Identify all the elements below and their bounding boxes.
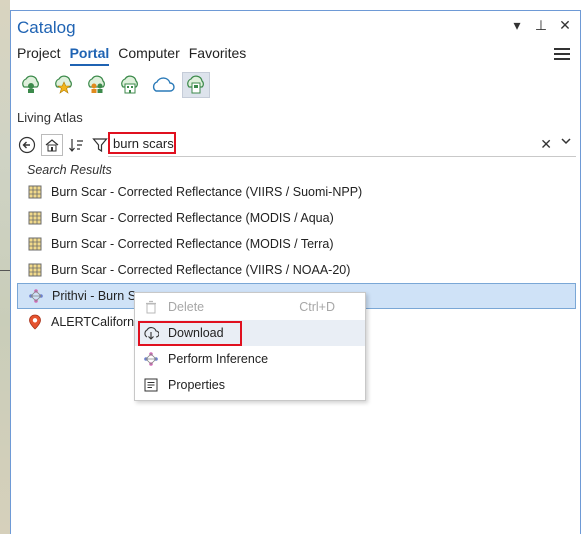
catalog-pane: Catalog ▾ ⊥ ✕ Project Portal Computer Fa… [10,10,581,534]
favorites-icon[interactable] [50,72,78,98]
deep-learning-package-icon [28,288,44,304]
groups-icon[interactable] [83,72,111,98]
pane-options-chevron-icon[interactable]: ▾ [510,17,524,34]
trash-icon [143,299,159,315]
organization-icon[interactable] [116,72,144,98]
download-icon [143,325,159,341]
arcgis-online-icon[interactable] [149,72,177,98]
search-results-label: Search Results [27,163,112,177]
list-item-label: Prithvi - Burn Sc [52,289,143,303]
search-input[interactable] [111,135,178,152]
imagery-layer-icon [27,184,43,200]
clear-search-icon[interactable]: ✕ [540,136,552,153]
home-icon[interactable] [41,134,63,156]
pane-title: Catalog [17,18,76,37]
list-item[interactable]: Burn Scar - Corrected Reflectance (VIIRS… [17,179,576,205]
imagery-layer-icon [27,236,43,252]
imagery-layer-icon [27,262,43,278]
menu-item-label: Properties [168,378,225,392]
menu-item-perform-inference[interactable]: Perform Inference [135,346,365,372]
menu-item-label: Perform Inference [168,352,269,366]
search-box: ✕ [108,132,576,157]
tab-favorites[interactable]: Favorites [189,45,247,66]
pane-title-controls: ▾ ⊥ ✕ [510,17,572,34]
inference-icon [143,351,159,367]
search-options-chevron-icon[interactable] [560,135,572,150]
living-atlas-label: Living Atlas [17,110,83,125]
list-item[interactable]: Burn Scar - Corrected Reflectance (MODIS… [17,231,576,257]
close-icon[interactable]: ✕ [558,17,572,34]
sort-icon[interactable] [65,134,87,156]
menu-item-download[interactable]: Download [135,320,365,346]
pin-icon[interactable]: ⊥ [534,17,548,34]
feature-layer-icon [27,314,43,330]
map-divider-line [0,270,10,271]
menu-item-label: Download [168,326,224,340]
list-item-label: Burn Scar - Corrected Reflectance (VIIRS… [51,263,351,277]
tab-project[interactable]: Project [17,45,61,66]
living-atlas-icon[interactable] [182,72,210,98]
list-item[interactable]: Burn Scar - Corrected Reflectance (VIIRS… [17,257,576,283]
properties-icon [143,377,159,393]
back-icon[interactable] [16,134,38,156]
list-item-label: Burn Scar - Corrected Reflectance (MODIS… [51,211,334,225]
list-item[interactable]: Burn Scar - Corrected Reflectance (MODIS… [17,205,576,231]
search-toolbar: ✕ [15,132,576,157]
catalog-tabs: Project Portal Computer Favorites [17,45,246,66]
menu-item-delete[interactable]: Delete Ctrl+D [135,294,365,320]
imagery-layer-icon [27,210,43,226]
portal-source-icons [17,72,210,98]
context-menu: Delete Ctrl+D Download Perform Inference… [134,292,366,401]
menu-icon[interactable] [554,48,570,63]
menu-item-label: Delete [168,300,205,314]
shortcut-label: Ctrl+D [299,300,335,314]
map-background [0,0,10,534]
list-item-label: Burn Scar - Corrected Reflectance (MODIS… [51,237,334,251]
my-content-icon[interactable] [17,72,45,98]
list-item-label: Burn Scar - Corrected Reflectance (VIIRS… [51,185,363,199]
tab-portal[interactable]: Portal [69,45,110,66]
tab-computer[interactable]: Computer [118,45,179,66]
list-item-label: ALERTCalifornia [51,315,144,329]
menu-item-properties[interactable]: Properties [135,372,365,398]
